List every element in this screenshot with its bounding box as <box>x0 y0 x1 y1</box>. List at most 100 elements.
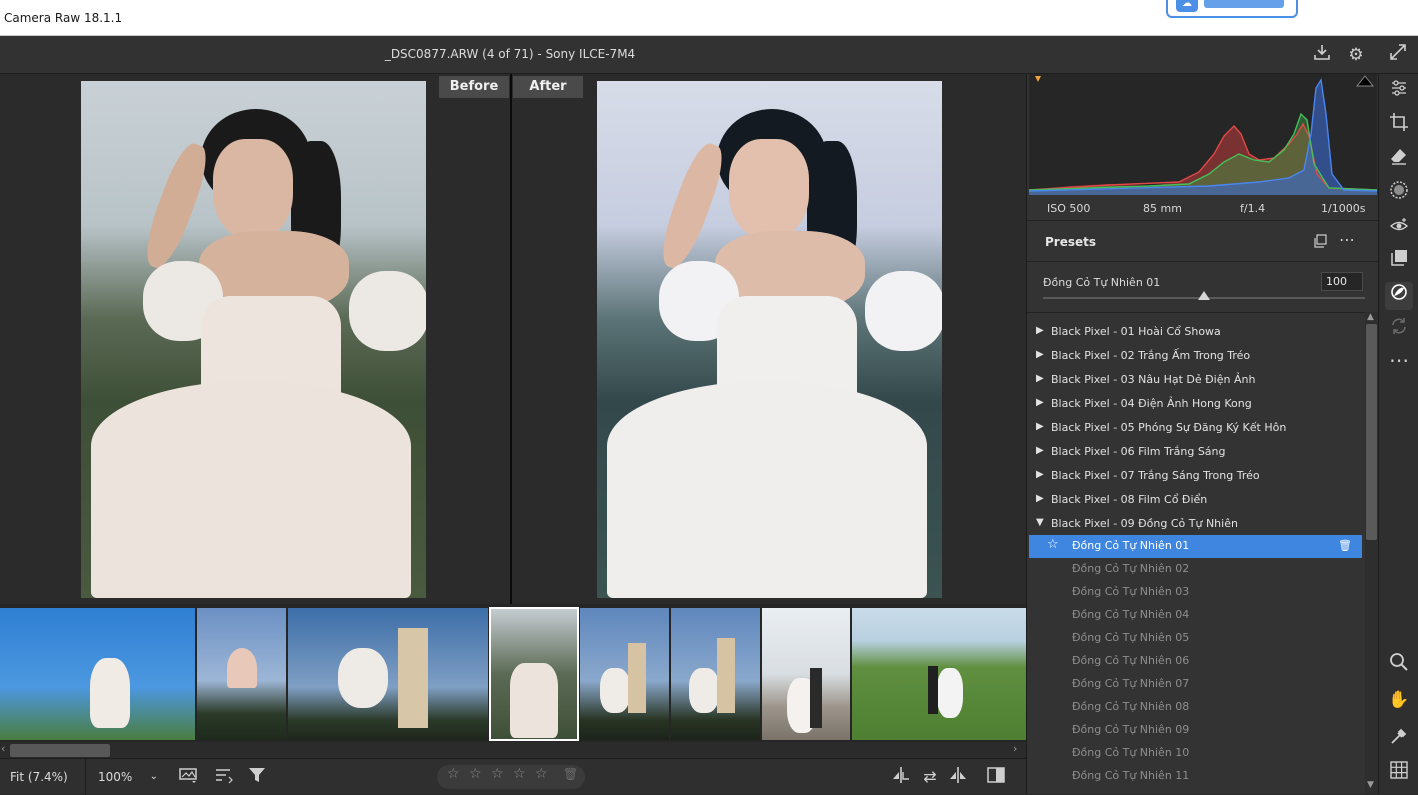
presets-list[interactable]: ▶ Black Pixel - 01 Hoài Cổ Showa ▶ Black Pi… <box>1027 320 1365 794</box>
filmstrip-scroll-thumb[interactable] <box>10 744 110 757</box>
filmstrip-thumb-selected[interactable] <box>489 607 579 741</box>
preset-group[interactable]: ▶ Black Pixel - 03 Nâu Hạt Dẻ Điện Ảnh <box>1027 368 1365 392</box>
scroll-left-icon[interactable]: ‹ <box>1 742 5 755</box>
preset-group-label: Black Pixel - 05 Phóng Sự Đăng Ký Kết Hô… <box>1051 421 1287 434</box>
filter-icon[interactable] <box>245 766 269 788</box>
preset-group[interactable]: ▶ Black Pixel - 01 Hoài Cổ Showa <box>1027 320 1365 344</box>
scroll-down-icon[interactable]: ▼ <box>1367 780 1374 790</box>
filmstrip-thumb[interactable] <box>580 608 669 740</box>
preset-item[interactable]: Đồng Cỏ Tự Nhiên 11 <box>1029 765 1362 788</box>
overlay-badge[interactable]: ☁ <box>1166 0 1298 18</box>
redeye-icon[interactable] <box>1385 216 1413 244</box>
preset-item-label: Đồng Cỏ Tự Nhiên 03 <box>1072 585 1190 598</box>
star-icon[interactable]: ☆ <box>469 766 482 782</box>
preset-item[interactable]: Đồng Cỏ Tự Nhiên 02 <box>1029 558 1362 581</box>
star-icon[interactable]: ☆ <box>447 766 460 782</box>
sync-icon[interactable] <box>1385 316 1413 344</box>
preset-item-selected[interactable]: ☆ Đồng Cỏ Tự Nhiên 01 🗑 <box>1029 535 1362 558</box>
presets-scroll-thumb[interactable] <box>1366 324 1377 540</box>
edit-sliders-icon[interactable] <box>1385 78 1413 106</box>
preset-item-label: Đồng Cỏ Tự Nhiên 09 <box>1072 723 1190 736</box>
preset-item[interactable]: Đồng Cỏ Tự Nhiên 09 <box>1029 719 1362 742</box>
preset-group[interactable]: ▶ Black Pixel - 08 Film Cổ Điển <box>1027 488 1365 512</box>
trash-icon[interactable]: 🗑 <box>563 767 578 781</box>
right-panel: ISO 500 85 mm f/1.4 1/1000s Presets ⋯ Đồ… <box>1026 74 1379 794</box>
preset-group-label: Black Pixel - 02 Trắng Ấm Trong Tréo <box>1051 349 1251 362</box>
triangle-right-icon[interactable]: ▶ <box>1036 445 1044 456</box>
favorite-star-icon[interactable]: ☆ <box>1047 537 1059 552</box>
scroll-right-icon[interactable]: › <box>1013 742 1017 755</box>
sort-icon[interactable] <box>212 766 236 788</box>
grid-icon[interactable] <box>1385 760 1413 788</box>
filmstrip-thumb[interactable] <box>288 608 488 740</box>
preset-item[interactable]: Đồng Cỏ Tự Nhiên 10 <box>1029 742 1362 765</box>
preset-item[interactable]: Đồng Cỏ Tự Nhiên 05 <box>1029 627 1362 650</box>
color-sampler-icon[interactable] <box>1385 726 1413 754</box>
snapshots-icon[interactable] <box>1385 248 1413 276</box>
new-preset-icon[interactable] <box>1314 234 1328 252</box>
scroll-up-icon[interactable]: ▲ <box>1367 312 1374 322</box>
preset-item[interactable]: Đồng Cỏ Tự Nhiên 08 <box>1029 696 1362 719</box>
gear-icon[interactable]: ⚙ <box>1343 42 1369 68</box>
presets-scrollbar[interactable]: ▲ ▼ <box>1365 312 1378 794</box>
filmstrip-thumb[interactable] <box>0 608 195 740</box>
preset-group[interactable]: ▶ Black Pixel - 05 Phóng Sự Đăng Ký Kết H… <box>1027 416 1365 440</box>
filmstrip-options-icon[interactable] <box>176 766 202 788</box>
zoom-fit-button[interactable]: Fit (7.4%) <box>0 759 86 795</box>
triangle-right-icon[interactable]: ▶ <box>1036 325 1044 336</box>
preset-item[interactable]: Đồng Cỏ Tự Nhiên 07 <box>1029 673 1362 696</box>
filmstrip-scrollbar[interactable]: ‹ › <box>0 742 1026 758</box>
rating-stars[interactable]: ☆ ☆ ☆ ☆ ☆ 🗑 <box>437 765 585 789</box>
zoom-icon[interactable] <box>1385 652 1413 680</box>
crop-icon[interactable] <box>1385 112 1413 140</box>
zoom-100-button[interactable]: 100% ⌄ <box>86 759 164 795</box>
triangle-right-icon[interactable]: ▶ <box>1036 373 1044 384</box>
presets-icon[interactable] <box>1385 282 1413 310</box>
filmstrip-thumb[interactable] <box>852 608 1026 740</box>
hand-icon[interactable]: ✋ <box>1385 686 1413 714</box>
chevron-down-icon[interactable]: ⌄ <box>150 759 158 795</box>
filmstrip-thumb[interactable] <box>197 608 286 740</box>
triangle-right-icon[interactable]: ▶ <box>1036 421 1044 432</box>
more-options-icon[interactable]: ⋯ <box>1339 230 1355 249</box>
preset-group[interactable]: ▶ Black Pixel - 02 Trắng Ấm Trong Tréo <box>1027 344 1365 368</box>
preset-group[interactable]: ▶ Black Pixel - 04 Điện Ảnh Hong Kong <box>1027 392 1365 416</box>
toggle-before-after-icon[interactable] <box>983 766 1009 788</box>
exif-shutter: 1/1000s <box>1321 202 1366 215</box>
preset-amount-field[interactable]: 100 <box>1321 272 1363 291</box>
triangle-right-icon[interactable]: ▶ <box>1036 493 1044 504</box>
filmstrip-thumb[interactable] <box>762 608 850 740</box>
copy-settings-icon[interactable] <box>945 766 971 788</box>
preset-group[interactable]: ▶ Black Pixel - 06 Film Trắng Sáng <box>1027 440 1365 464</box>
fullscreen-icon[interactable] <box>1385 42 1411 68</box>
star-icon[interactable]: ☆ <box>491 766 504 782</box>
preset-amount-slider[interactable] <box>1198 291 1210 300</box>
window-titlebar: Camera Raw 18.1.1 ☁ <box>0 0 1418 36</box>
masking-icon[interactable] <box>1385 180 1413 208</box>
more-icon[interactable]: ⋯ <box>1385 346 1413 374</box>
preset-item[interactable]: Đồng Cỏ Tự Nhiên 04 <box>1029 604 1362 627</box>
preset-group[interactable]: ▼ Black Pixel - 09 Đồng Cỏ Tự Nhiên <box>1027 512 1365 536</box>
eraser-icon[interactable] <box>1385 146 1413 174</box>
compare-divider[interactable] <box>510 74 512 604</box>
preset-item[interactable]: Đồng Cỏ Tự Nhiên 06 <box>1029 650 1362 673</box>
preset-item-label: Đồng Cỏ Tự Nhiên 01 <box>1072 539 1190 552</box>
delete-preset-icon[interactable]: 🗑 <box>1338 539 1352 552</box>
preset-group[interactable]: ▶ Black Pixel - 07 Trắng Sáng Trong Tréo <box>1027 464 1365 488</box>
swap-settings-icon[interactable]: ⇄ <box>917 766 943 788</box>
before-label: Before <box>439 76 509 98</box>
filmstrip[interactable] <box>0 604 1026 742</box>
filmstrip-thumb[interactable] <box>671 608 760 740</box>
star-icon[interactable]: ☆ <box>535 766 548 782</box>
presets-header: Presets ⋯ <box>1027 222 1379 262</box>
preset-item-label: Đồng Cỏ Tự Nhiên 08 <box>1072 700 1190 713</box>
save-icon[interactable] <box>1309 42 1335 68</box>
triangle-down-icon[interactable]: ▼ <box>1036 517 1044 528</box>
triangle-right-icon[interactable]: ▶ <box>1036 397 1044 408</box>
star-icon[interactable]: ☆ <box>513 766 526 782</box>
triangle-right-icon[interactable]: ▶ <box>1036 349 1044 360</box>
image-canvas[interactable]: Before After <box>0 74 1026 604</box>
preset-item[interactable]: Đồng Cỏ Tự Nhiên 03 <box>1029 581 1362 604</box>
before-after-left-right-icon[interactable] <box>888 766 914 788</box>
triangle-right-icon[interactable]: ▶ <box>1036 469 1044 480</box>
